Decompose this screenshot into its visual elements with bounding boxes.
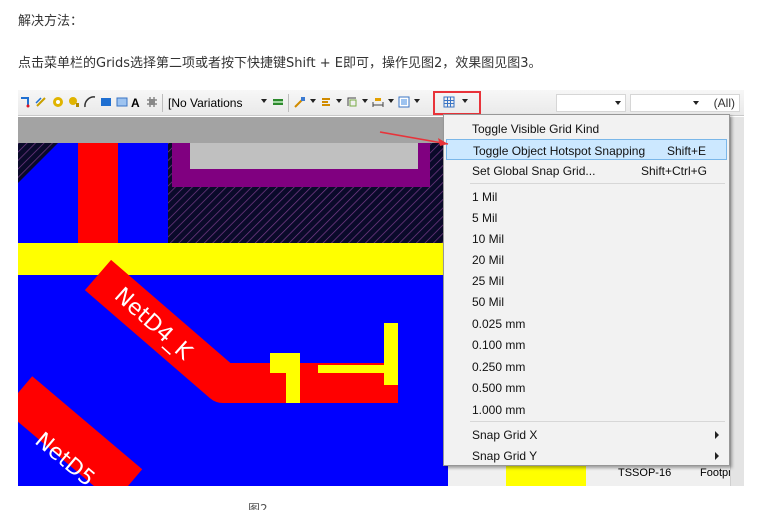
polygon-pour-icon[interactable] [116,96,128,108]
menu-item-20-mil[interactable]: 20 Mil [446,249,727,270]
grids-chevron-down-icon[interactable] [462,99,468,103]
component-row-name: TSSOP-16 [618,467,672,479]
menu-item-10-mil[interactable]: 10 Mil [446,228,727,249]
place-union-icon[interactable] [398,96,410,108]
chevron-down-icon[interactable] [261,99,267,103]
article-heading: 解决方法： [18,14,84,29]
menu-item-snap-grid-y[interactable]: Snap Grid Y [446,445,727,466]
menu-item-5-mil[interactable]: 5 Mil [446,207,727,228]
submenu-arrow-icon [715,452,719,460]
diagonal-tracks [18,143,398,486]
pad-icon[interactable] [68,96,80,108]
submenu-arrow-icon [715,431,719,439]
yellow-pad-right [384,323,398,385]
place-room-icon[interactable] [346,96,358,108]
dimension-icon[interactable] [372,96,384,108]
utilities-icon[interactable] [294,96,306,108]
footprint-column: Footpr [700,467,732,479]
menu-item-25-mil[interactable]: 25 Mil [446,270,727,291]
altium-screenshot: A [No Variations (All) NetD4_K NetD5 TSS… [18,90,744,486]
arc-icon[interactable] [84,96,96,108]
article-paragraph: 点击菜单栏的Grids选择第二项或者按下快捷键Shift + E即可，操作见图2… [18,56,542,71]
figure-caption: 图2 [248,502,268,510]
pcb-canvas[interactable]: NetD4_K NetD5 [18,143,448,486]
layer-combo[interactable] [556,94,626,112]
grid-icon[interactable] [443,96,455,108]
interactive-route-icon[interactable] [20,96,32,108]
menu-item-toggle-object-hotspot-snapping[interactable]: Toggle Object Hotspot Snapping Shift+E [446,139,727,160]
menu-item-0-250-mm[interactable]: 0.250 mm [446,356,727,377]
menu-item-toggle-visible-grid-kind[interactable]: Toggle Visible Grid Kind [446,118,727,139]
route-multiple-icon[interactable] [35,96,47,108]
menu-item-snap-grid-x[interactable]: Snap Grid X [446,424,727,445]
filter-combo[interactable]: (All) [630,94,740,112]
variations-combo[interactable]: [No Variations [168,94,242,112]
via-icon[interactable] [52,96,64,108]
yellow-trace-thin [318,365,388,373]
fill-icon[interactable] [100,96,112,108]
grids-dropdown-menu: Toggle Visible Grid Kind Toggle Object H… [443,114,730,466]
menu-item-0-100-mm[interactable]: 0.100 mm [446,334,727,355]
text-string-icon[interactable]: A [131,94,140,112]
layer-stack-icon[interactable] [272,96,284,108]
menu-item-0-500-mm[interactable]: 0.500 mm [446,377,727,398]
yellow-pad-stem [286,353,300,403]
annotation-arrow-icon [379,131,449,146]
align-icon[interactable] [320,96,332,108]
menu-item-50-mil[interactable]: 50 Mil [446,291,727,312]
grids-button-highlight [433,91,481,115]
pcb-toolbar: A [No Variations (All) [18,90,744,116]
menu-item-1-000-mm[interactable]: 1.000 mm [446,399,727,420]
menu-item-1-mil[interactable]: 1 Mil [446,186,727,207]
menu-item-set-global-snap-grid[interactable]: Set Global Snap Grid... Shift+Ctrl+G [446,160,727,181]
menu-item-0-025-mm[interactable]: 0.025 mm [446,313,727,334]
component-icon[interactable] [146,96,158,108]
